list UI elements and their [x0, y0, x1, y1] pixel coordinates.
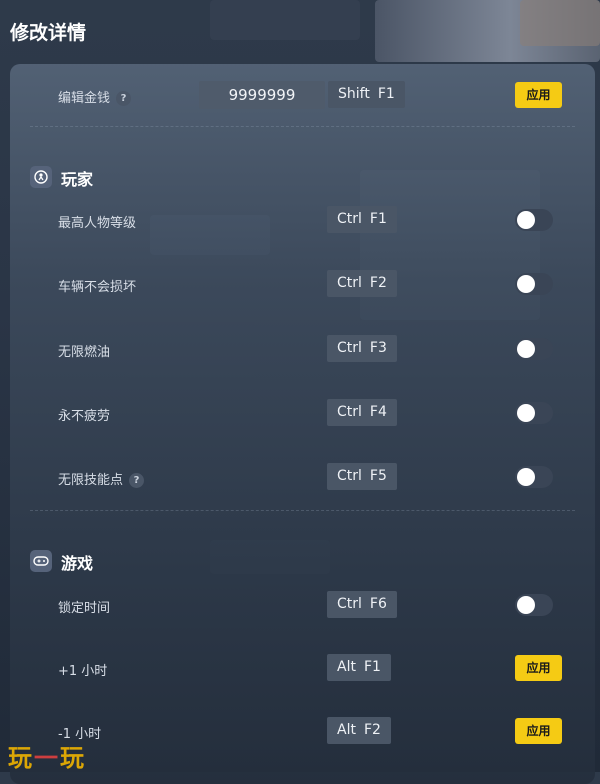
help-icon[interactable]: ? [116, 91, 132, 106]
section-title-game: 游戏 [61, 554, 94, 573]
hotkey-modifier: Shift [338, 86, 370, 102]
mod-label: 永不疲劳 [58, 409, 111, 424]
hotkey-key: F6 [369, 596, 387, 612]
edit-money-label-text: 编辑金钱 [58, 91, 111, 106]
hotkey-key: F2 [363, 722, 381, 738]
mod-label-text: 无限技能点 [58, 473, 124, 488]
toggle-knob [517, 468, 535, 486]
section-title-player: 玩家 [61, 170, 94, 189]
toggle-switch[interactable] [515, 466, 553, 488]
toggle-knob [517, 211, 535, 229]
watermark-dash: 一 [34, 744, 60, 772]
apply-minus-hour-button[interactable]: 应用 [515, 718, 562, 744]
hotkey-modifier: Ctrl [337, 275, 362, 291]
hotkey-key: F2 [369, 275, 387, 291]
toggle-switch[interactable] [515, 273, 553, 295]
mod-label: 最高人物等级 [58, 216, 137, 231]
toggle-switch[interactable] [515, 402, 553, 424]
mod-row: 永不疲劳 Ctrl F4 [10, 399, 595, 429]
watermark-right: 玩 [60, 744, 86, 772]
mod-label: +1 小时 [58, 664, 108, 679]
toggle-knob [517, 404, 535, 422]
mod-row: 锁定时间 Ctrl F6 [10, 591, 595, 621]
hotkey-ctrl-f2[interactable]: Ctrl F2 [327, 270, 397, 297]
hotkey-modifier: Ctrl [337, 596, 362, 612]
mod-row: -1 小时 Alt F2 应用 [10, 717, 595, 747]
mod-row: 无限技能点? Ctrl F5 [10, 463, 595, 493]
gamepad-icon [30, 550, 52, 572]
hotkey-key: F3 [369, 340, 387, 356]
hotkey-key: F4 [369, 404, 387, 420]
toggle-switch[interactable] [515, 209, 553, 231]
mod-row: 最高人物等级 Ctrl F1 [10, 206, 595, 236]
site-watermark-logo: 玩一玩 [8, 738, 86, 773]
edit-money-label: 编辑金钱? [58, 87, 132, 106]
toggle-knob [517, 340, 535, 358]
hotkey-key: F1 [363, 659, 381, 675]
player-icon [30, 166, 52, 188]
apply-money-button[interactable]: 应用 [515, 82, 562, 108]
apply-plus-hour-button[interactable]: 应用 [515, 655, 562, 681]
hotkey-modifier: Ctrl [337, 211, 362, 227]
edit-money-row: 编辑金钱? 9999999 Shift F1 应用 [10, 81, 595, 111]
hotkey-modifier: Ctrl [337, 340, 362, 356]
hotkey-alt-f1[interactable]: Alt F1 [327, 654, 391, 681]
divider [30, 126, 575, 127]
hotkey-modifier: Ctrl [337, 404, 362, 420]
money-value-input[interactable]: 9999999 [199, 81, 325, 109]
mod-row: +1 小时 Alt F1 应用 [10, 654, 595, 684]
hotkey-ctrl-f1[interactable]: Ctrl F1 [327, 206, 397, 233]
hotkey-ctrl-f5[interactable]: Ctrl F5 [327, 463, 397, 490]
page-title: 修改详情 [10, 22, 87, 44]
help-icon[interactable]: ? [129, 473, 145, 488]
mod-label: 无限燃油 [58, 345, 111, 360]
hotkey-ctrl-f4[interactable]: Ctrl F4 [327, 399, 397, 426]
hotkey-key: F1 [369, 211, 387, 227]
hotkey-ctrl-f6[interactable]: Ctrl F6 [327, 591, 397, 618]
hotkey-modifier: Alt [337, 722, 356, 738]
hotkey-alt-f2[interactable]: Alt F2 [327, 717, 391, 744]
toggle-knob [517, 596, 535, 614]
hotkey-shift-f1[interactable]: Shift F1 [328, 81, 405, 108]
hotkey-modifier: Alt [337, 659, 356, 675]
divider [30, 510, 575, 511]
toggle-knob [517, 275, 535, 293]
mod-row: 车辆不会损坏 Ctrl F2 [10, 270, 595, 300]
mod-label: 车辆不会损坏 [58, 280, 137, 295]
hotkey-key: F1 [377, 86, 395, 102]
hotkey-key: F5 [369, 468, 387, 484]
mod-label: 无限技能点? [58, 469, 145, 488]
mod-row: 无限燃油 Ctrl F3 [10, 335, 595, 365]
toggle-switch[interactable] [515, 338, 553, 360]
hotkey-ctrl-f3[interactable]: Ctrl F3 [327, 335, 397, 362]
hotkey-modifier: Ctrl [337, 468, 362, 484]
mods-panel: 编辑金钱? 9999999 Shift F1 应用 玩家 最高人物等级 Ctrl F… [10, 64, 595, 784]
mod-label: 锁定时间 [58, 601, 111, 616]
watermark-left: 玩 [8, 744, 34, 772]
toggle-switch[interactable] [515, 594, 553, 616]
